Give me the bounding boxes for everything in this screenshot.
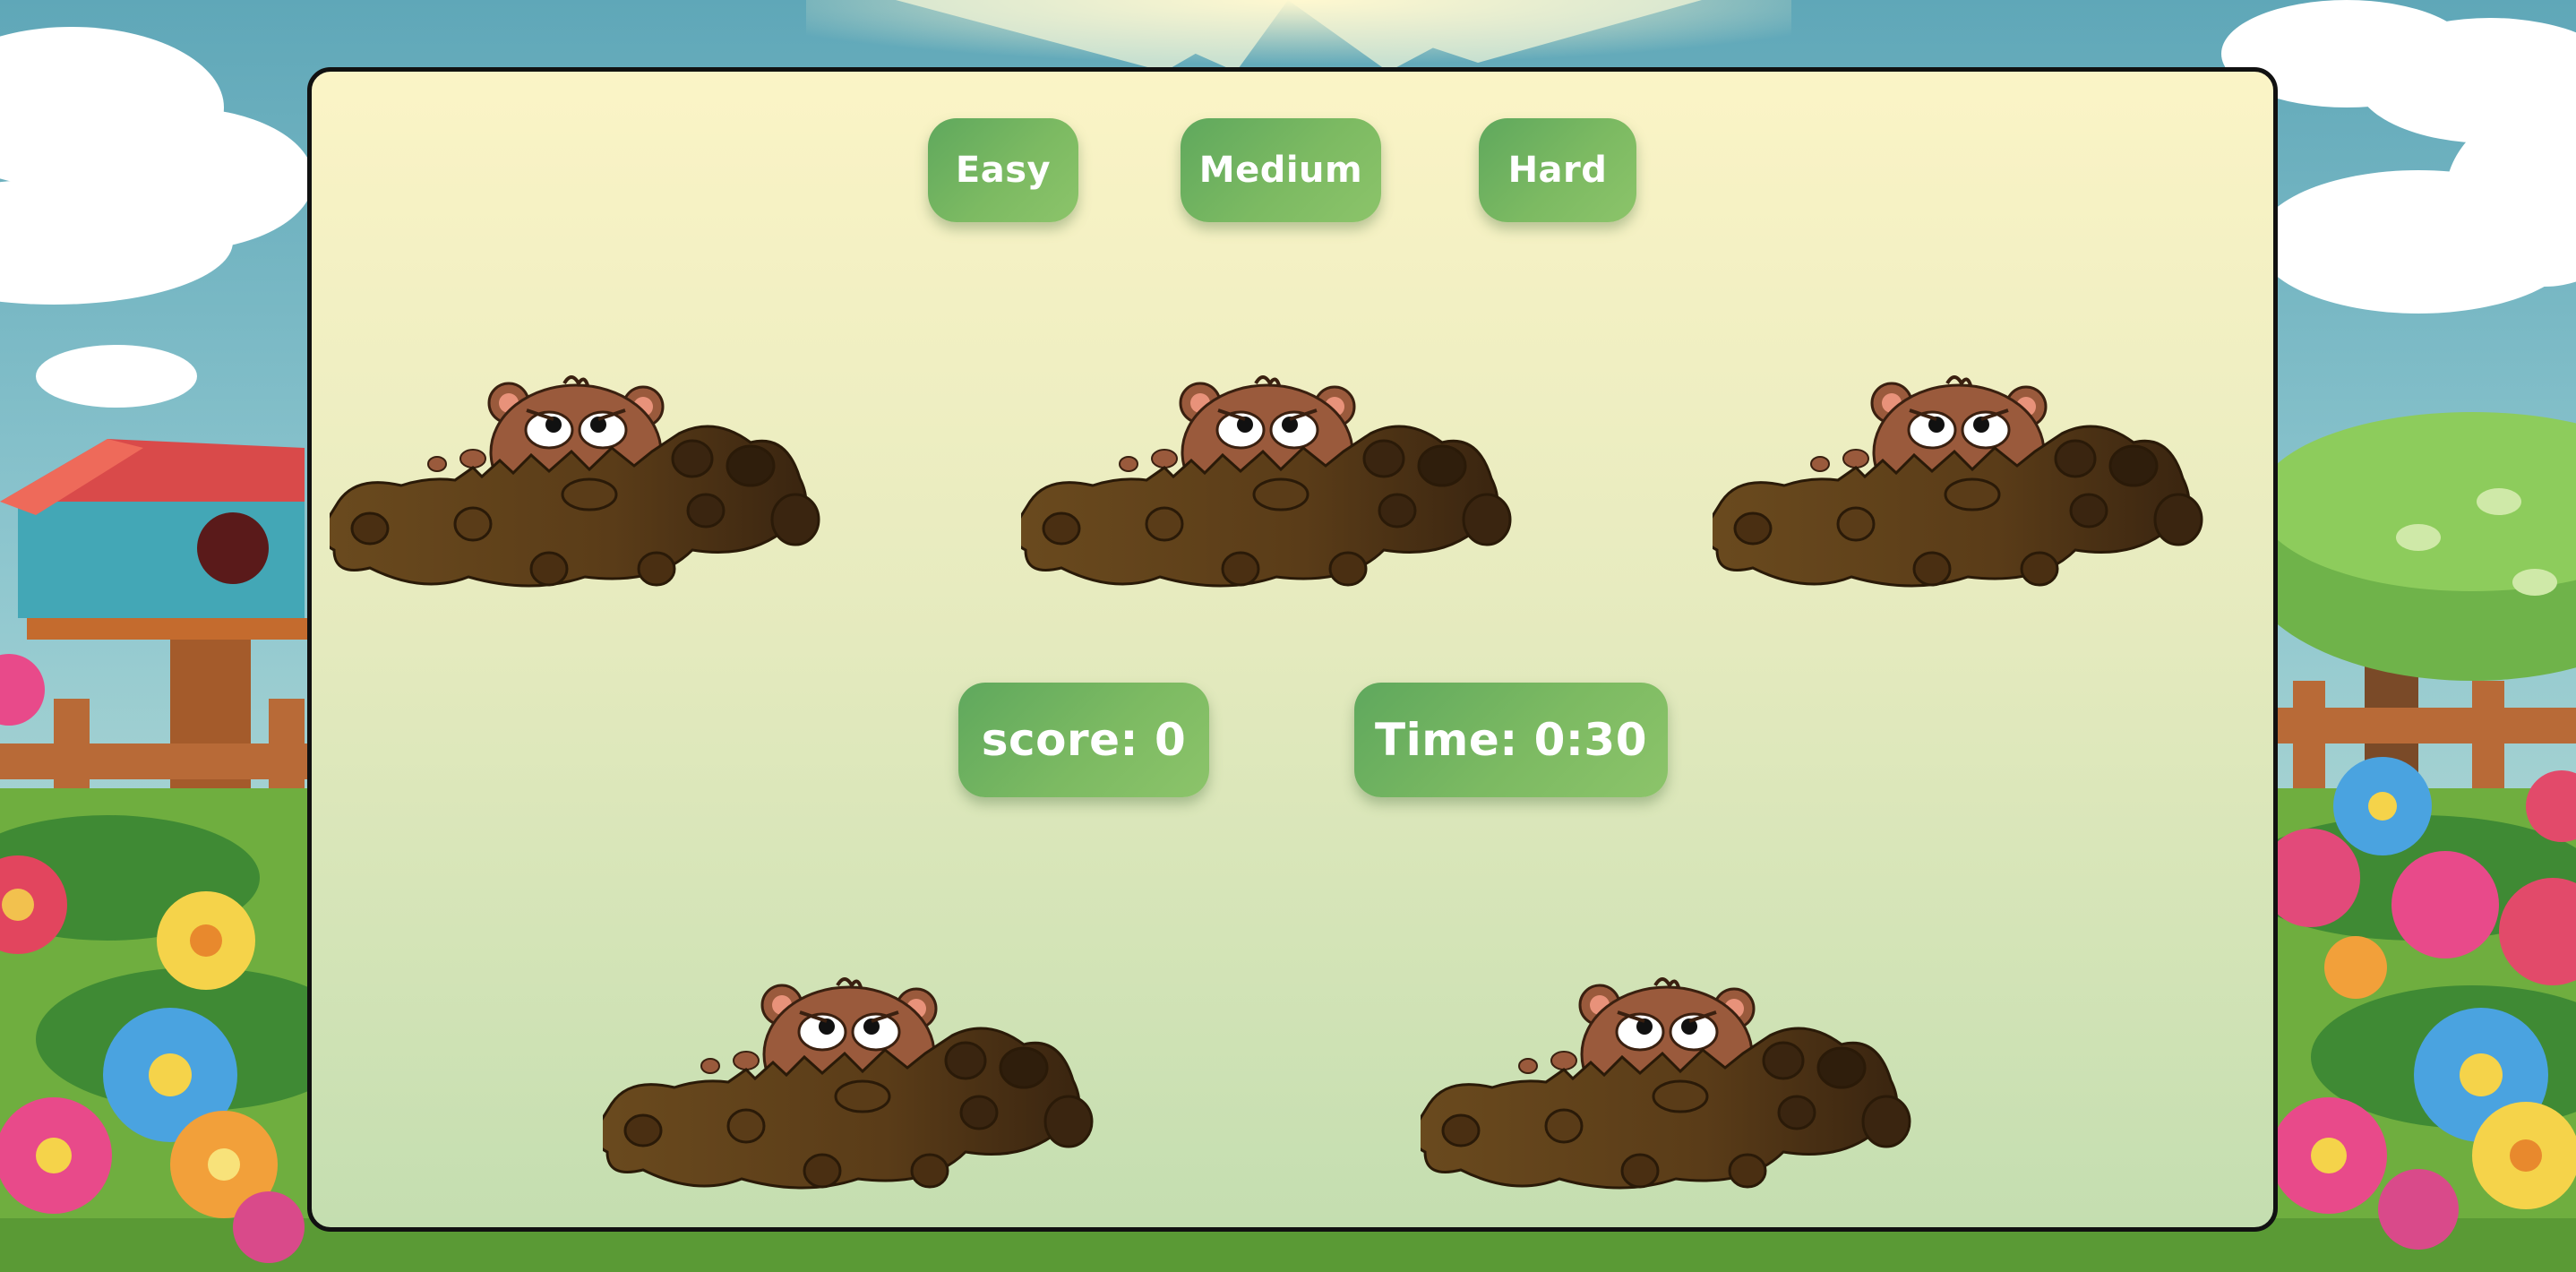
- mole-hole[interactable]: [1021, 367, 1523, 600]
- medium-button[interactable]: Medium: [1181, 118, 1381, 222]
- mole-icon: [603, 969, 1104, 1202]
- mole-icon: [1713, 367, 2214, 600]
- score-display: score: 0: [958, 683, 1209, 797]
- easy-button[interactable]: Easy: [928, 118, 1078, 222]
- mole-hole[interactable]: [1713, 367, 2214, 600]
- mole-hole[interactable]: [1421, 969, 1922, 1202]
- mole-hole[interactable]: [330, 367, 831, 600]
- mole-icon: [1021, 367, 1523, 600]
- game-board: Easy Medium Hard score: 0 Time: 0:30: [307, 67, 2278, 1232]
- mole-icon: [1421, 969, 1922, 1202]
- hard-button[interactable]: Hard: [1479, 118, 1636, 222]
- mole-icon: [330, 367, 831, 600]
- timer-display: Time: 0:30: [1354, 683, 1668, 797]
- mole-hole[interactable]: [603, 969, 1104, 1202]
